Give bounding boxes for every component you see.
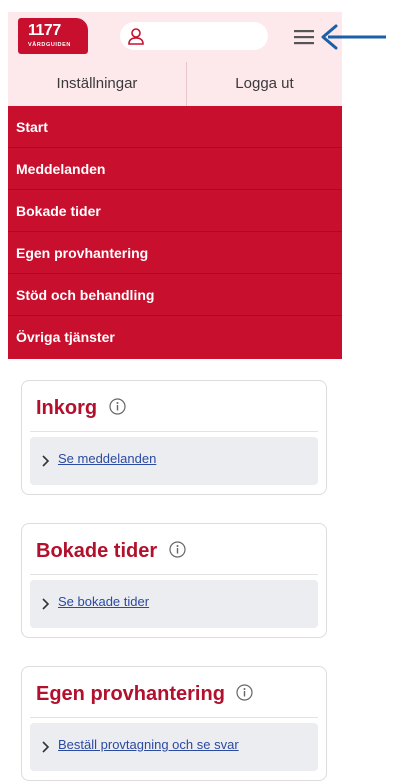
logo-1177[interactable]: 1177 VÅRDGUIDEN [18,18,88,54]
chevron-right-icon [42,455,50,467]
card-title: Inkorg [36,397,126,420]
arrow-left-icon [321,24,386,50]
main-menu: Start Meddelanden Bokade tider Egen prov… [8,106,342,359]
card-title-text: Bokade tider [36,540,158,562]
chevron-right-icon [42,598,50,610]
user-icon [128,28,144,45]
logo-number: 1177 [28,22,61,39]
divider [30,717,318,718]
card-egen-provhantering: Egen provhantering Beställ provtagning o… [21,666,327,781]
menu-item-stod-och-behandling[interactable]: Stöd och behandling [8,274,342,316]
card-bokade-tider: Bokade tider Se bokade tider [21,523,327,638]
user-login-field[interactable] [120,22,268,50]
card-title-text: Inkorg [36,397,98,419]
chevron-right-icon [42,741,50,753]
card-link-box[interactable]: Se meddelanden [30,437,318,485]
hamburger-icon[interactable] [292,25,316,49]
card-inkorg: Inkorg Se meddelanden [21,380,327,495]
card-title: Bokade tider [36,540,186,563]
card-title: Egen provhantering [36,683,254,706]
menu-item-bokade-tider[interactable]: Bokade tider [8,190,342,232]
divider [30,574,318,575]
header: 1177 VÅRDGUIDEN [8,12,342,62]
logo-subtitle: VÅRDGUIDEN [28,42,71,48]
settings-row: Inställningar Logga ut [8,62,342,106]
menu-item-start[interactable]: Start [8,106,342,148]
logout-link[interactable]: Logga ut [187,62,342,106]
link-bestall-provtagning[interactable]: Beställ provtagning och se svar [58,737,239,752]
menu-item-meddelanden[interactable]: Meddelanden [8,148,342,190]
divider [30,431,318,432]
menu-item-ovriga-tjanster[interactable]: Övriga tjänster [8,316,342,359]
info-icon[interactable] [109,398,126,415]
card-link-box[interactable]: Beställ provtagning och se svar [30,723,318,771]
link-se-meddelanden[interactable]: Se meddelanden [58,451,156,466]
card-link-box[interactable]: Se bokade tider [30,580,318,628]
info-icon[interactable] [169,541,186,558]
menu-item-egen-provhantering[interactable]: Egen provhantering [8,232,342,274]
settings-link[interactable]: Inställningar [8,62,187,106]
info-icon[interactable] [236,684,254,701]
app-screen: 1177 VÅRDGUIDEN Inställningar Logga ut S… [0,0,342,781]
link-se-bokade-tider[interactable]: Se bokade tider [58,594,149,609]
card-title-text: Egen provhantering [36,683,225,705]
